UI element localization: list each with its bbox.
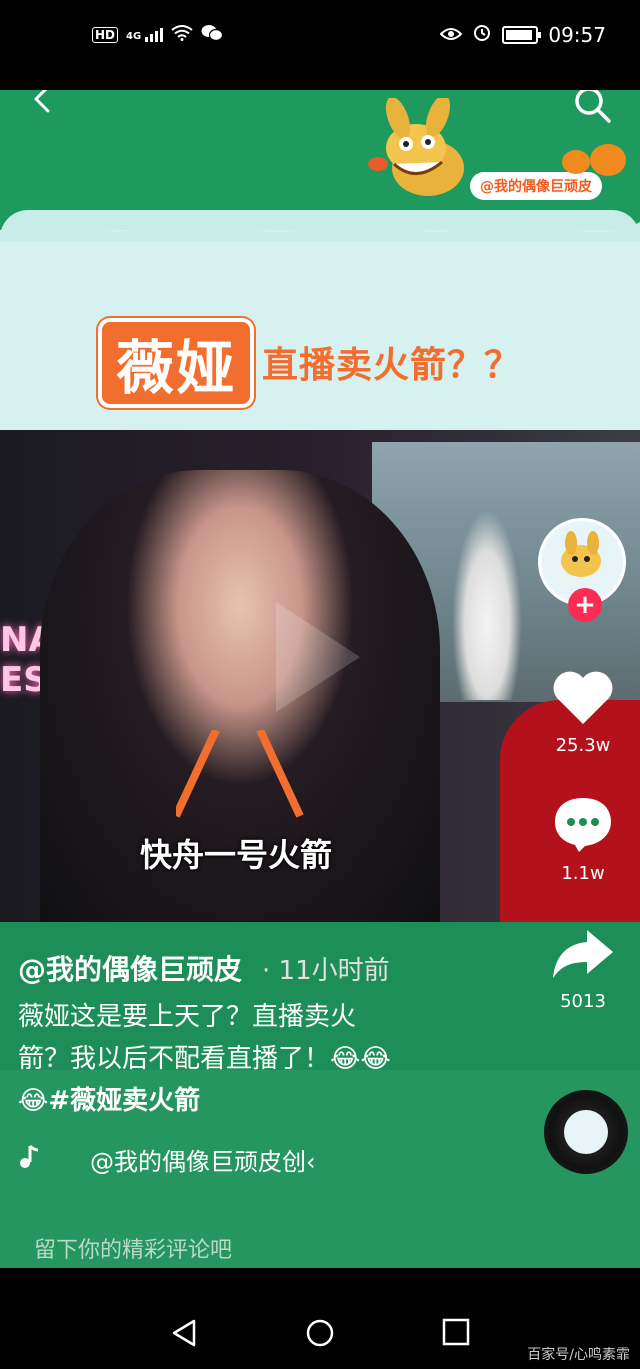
cloud-decoration-inner [0,230,640,430]
like-button[interactable]: 25.3w [540,668,626,756]
share-count: 5013 [560,991,606,1012]
status-bar: HD 4G 09:57 [0,0,640,90]
back-icon[interactable] [28,90,58,114]
pumpkin-icon [562,144,626,176]
status-icons-left: HD 4G [92,24,224,46]
heart-icon [553,671,613,724]
description-line2: 箭？我以后不配看直播了！😂😂 [18,1044,391,1074]
post-description: 薇娅这是要上天了？直播卖火 箭？我以后不配看直播了！😂😂 😂#薇娅卖火箭 [18,996,488,1122]
post-time: · 11小时前 [262,956,390,986]
comment-count: 1.1w [561,863,605,884]
share-arrow-icon [553,930,613,978]
back-triangle-icon[interactable] [170,1318,200,1348]
music-note-icon [18,1144,54,1176]
signal-icon: 4G [126,28,164,42]
author-name[interactable]: @我的偶像巨顽皮 [18,948,242,988]
wechat-icon [201,24,224,46]
video-banner: @我的偶像巨顽皮 薇娅 直播卖火箭？？ [0,90,640,430]
cloud-edge [0,211,640,242]
network-type: 4G [126,31,142,42]
play-icon[interactable] [276,602,360,712]
comment-input[interactable]: 留下你的精彩评论吧 [34,1232,232,1264]
search-icon[interactable] [572,90,612,124]
arrow-marks [176,730,304,818]
music-title: @我的偶像巨顽皮创‹ [90,1148,316,1176]
rocket-smoke [452,510,522,700]
status-icons-right: 09:57 [439,22,606,48]
home-circle-icon[interactable] [305,1318,335,1348]
eye-icon [439,23,463,48]
music-disc[interactable] [544,1090,628,1174]
hd-icon: HD [92,27,119,43]
banner-name: 薇娅 [98,318,254,408]
watermark: 百家号/心鸣素霏 [527,1347,630,1363]
like-count: 25.3w [555,735,611,756]
video-player[interactable]: @我的偶像巨顽皮 薇娅 直播卖火箭？？ NACK ESTIVAL 快舟一号火箭 … [0,90,640,1268]
share-button[interactable]: 5013 [540,926,626,1012]
description-emoji: 😂 [18,1086,49,1116]
recents-square-icon[interactable] [442,1318,470,1346]
dog-mascot-icon [368,98,464,196]
follow-button[interactable]: + [568,588,602,622]
comment-button[interactable]: 1.1w [540,794,626,884]
music-info[interactable]: @我的偶像巨顽皮创‹ [18,1142,316,1177]
description-line1: 薇娅这是要上天了？直播卖火 [18,1002,357,1032]
banner-subtitle: 直播卖火箭？？ [262,345,522,386]
comment-icon [555,798,611,852]
alarm-icon [472,22,492,48]
wifi-icon [171,25,193,45]
video-caption: 快舟一号火箭 [140,836,333,874]
disc-cover [564,1110,608,1154]
clock-time: 09:57 [548,23,606,47]
hashtag-link[interactable]: #薇娅卖火箭 [48,1086,200,1116]
battery-icon [502,26,542,44]
